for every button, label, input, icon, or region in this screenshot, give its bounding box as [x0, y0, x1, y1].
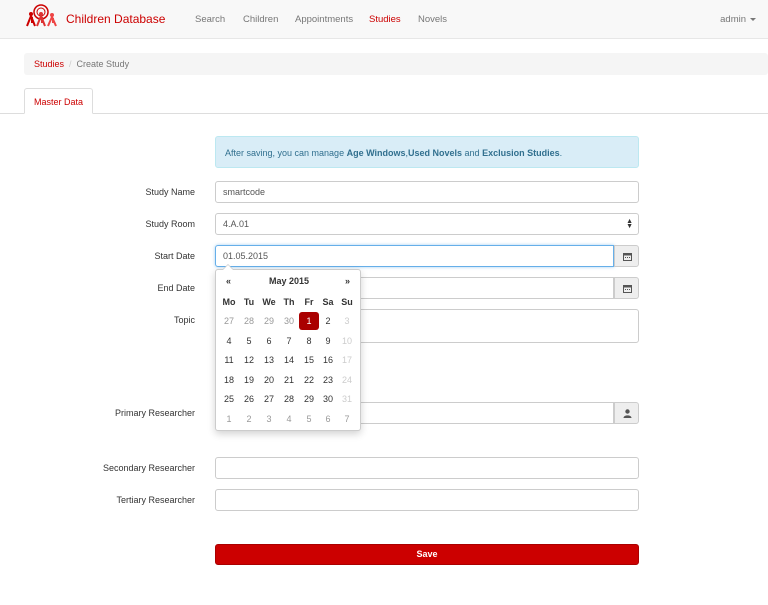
user-menu[interactable]: admin [720, 14, 756, 25]
tab-bar-border [0, 113, 768, 114]
datepicker-weekday: Th [283, 297, 295, 307]
chevron-down-icon [750, 17, 756, 21]
study-name-label: Study Name [145, 187, 195, 197]
datepicker-day[interactable]: 28 [239, 312, 259, 330]
datepicker-day[interactable]: 13 [259, 351, 279, 369]
breadcrumb-studies-link[interactable]: Studies [34, 59, 64, 69]
datepicker-day[interactable]: 29 [259, 312, 279, 330]
breadcrumb-current: Create Study [76, 59, 130, 69]
datepicker-day[interactable]: 1 [219, 410, 239, 428]
user-menu-label: admin [720, 14, 746, 25]
datepicker-day[interactable]: 15 [299, 351, 319, 369]
datepicker-day[interactable]: 24 [337, 371, 357, 389]
datepicker-day[interactable]: 12 [239, 351, 259, 369]
study-room-value: 4.A.01 [223, 219, 250, 229]
datepicker-day[interactable]: 23 [318, 371, 338, 389]
datepicker-day[interactable]: 30 [318, 390, 338, 408]
tab-master-data[interactable]: Master Data [24, 88, 93, 114]
datepicker-day[interactable]: 19 [239, 371, 259, 389]
end-date-label: End Date [157, 283, 195, 293]
datepicker-day[interactable]: 17 [337, 351, 357, 369]
start-date-label: Start Date [154, 251, 195, 261]
datepicker-day[interactable]: 30 [279, 312, 299, 330]
datepicker-day[interactable]: 11 [219, 351, 239, 369]
datepicker-month-title[interactable]: May 2015 [216, 276, 362, 286]
datepicker-day[interactable]: 6 [259, 332, 279, 350]
datepicker-weekday: Su [341, 297, 353, 307]
datepicker-day[interactable]: 20 [259, 371, 279, 389]
alert-exclusion-studies: Exclusion Studies [482, 148, 560, 158]
datepicker-day[interactable]: 1 [299, 312, 319, 330]
start-date-calendar-button[interactable] [614, 245, 639, 267]
datepicker-day[interactable]: 5 [239, 332, 259, 350]
datepicker-day[interactable]: 18 [219, 371, 239, 389]
calendar-icon [623, 253, 632, 261]
datepicker-day[interactable]: 7 [337, 410, 357, 428]
breadcrumb-separator: / [69, 59, 72, 69]
tertiary-researcher-input[interactable] [215, 489, 639, 511]
datepicker-day[interactable]: 22 [299, 371, 319, 389]
user-icon [623, 409, 632, 418]
datepicker-day[interactable]: 4 [279, 410, 299, 428]
navbar: Children Database Search Children Appoin… [0, 0, 768, 39]
datepicker-day[interactable]: 7 [279, 332, 299, 350]
datepicker-day[interactable]: 9 [318, 332, 338, 350]
brand-name[interactable]: Children Database [66, 12, 165, 26]
datepicker-day[interactable]: 31 [337, 390, 357, 408]
datepicker-day[interactable]: 26 [239, 390, 259, 408]
datepicker-day[interactable]: 5 [299, 410, 319, 428]
secondary-researcher-label: Secondary Researcher [102, 463, 195, 473]
secondary-researcher-input[interactable] [215, 457, 639, 479]
datepicker-day[interactable]: 4 [219, 332, 239, 350]
datepicker-day[interactable]: 21 [279, 371, 299, 389]
datepicker-day[interactable]: 3 [259, 410, 279, 428]
datepicker-day[interactable]: 3 [337, 312, 357, 330]
datepicker-day[interactable]: 29 [299, 390, 319, 408]
info-alert: After saving, you can manage Age Windows… [215, 136, 639, 168]
datepicker-day[interactable]: 27 [219, 312, 239, 330]
end-date-calendar-button[interactable] [614, 277, 639, 299]
datepicker-weekday: Mo [222, 297, 236, 307]
calendar-icon [623, 285, 632, 293]
nav-search[interactable]: Search [195, 14, 225, 25]
datepicker-weekday: Tu [243, 297, 255, 307]
datepicker-day[interactable]: 27 [259, 390, 279, 408]
breadcrumb: Studies / Create Study [24, 53, 768, 75]
alert-used-novels: Used Novels [408, 148, 463, 158]
datepicker-day[interactable]: 8 [299, 332, 319, 350]
study-room-select[interactable]: 4.A.01 ▲ ▼ [215, 213, 639, 235]
alert-sep2: and [462, 148, 483, 158]
primary-researcher-user-button[interactable] [614, 402, 639, 424]
tertiary-researcher-label: Tertiary Researcher [116, 495, 195, 505]
study-room-label: Study Room [145, 219, 195, 229]
nav-appointments[interactable]: Appointments [295, 14, 353, 25]
datepicker-day[interactable]: 28 [279, 390, 299, 408]
datepicker-prev-button[interactable]: « [226, 276, 231, 286]
datepicker-day[interactable]: 2 [239, 410, 259, 428]
nav-studies[interactable]: Studies [369, 14, 401, 25]
alert-suffix: . [559, 148, 563, 158]
topic-label: Topic [173, 315, 195, 325]
datepicker-next-button[interactable]: » [345, 276, 350, 286]
datepicker-day[interactable]: 14 [279, 351, 299, 369]
datepicker-day[interactable]: 16 [318, 351, 338, 369]
datepicker-day[interactable]: 6 [318, 410, 338, 428]
primary-researcher-label: Primary Researcher [114, 408, 195, 418]
save-button[interactable]: Save [215, 544, 639, 565]
nav-novels[interactable]: Novels [418, 14, 447, 25]
alert-age-windows: Age Windows [346, 148, 406, 158]
datepicker-weekday: Sa [322, 297, 334, 307]
alert-prefix: After saving, you can manage [225, 148, 347, 158]
nav-children[interactable]: Children [243, 14, 278, 25]
datepicker-day[interactable]: 10 [337, 332, 357, 350]
datepicker-day[interactable]: 2 [318, 312, 338, 330]
datepicker-popup: May 2015 « » Mo Tu We Th Fr Sa Su 27 28 29 30 1 2 3 4 5… [215, 264, 362, 431]
select-arrows-icon: ▲ ▼ [626, 218, 633, 230]
logo-icon[interactable] [24, 4, 60, 28]
start-date-input[interactable]: 01.05.2015 [215, 245, 614, 267]
datepicker-weekday: Fr [304, 297, 314, 307]
datepicker-day[interactable]: 25 [219, 390, 239, 408]
study-name-input[interactable]: smartcode [215, 181, 639, 203]
datepicker-weekday: We [262, 297, 276, 307]
